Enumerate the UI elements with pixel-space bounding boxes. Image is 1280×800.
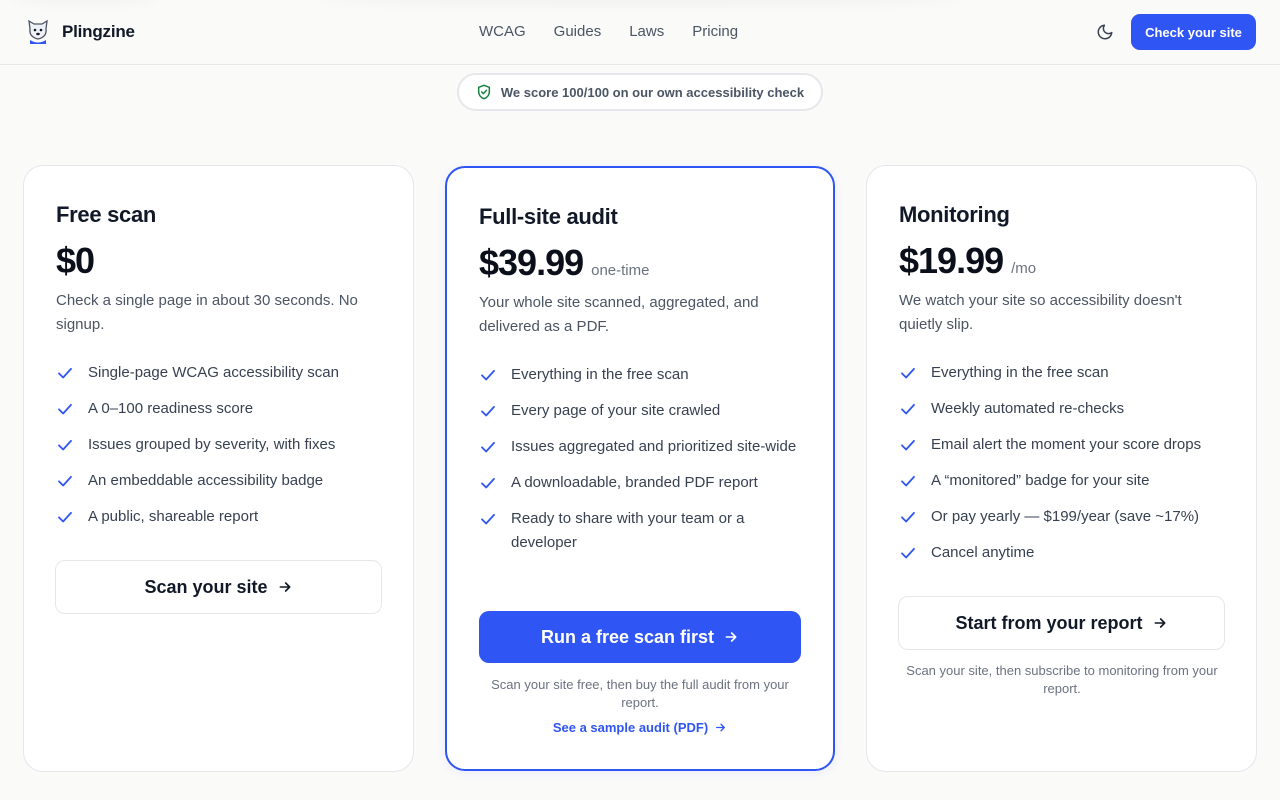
feature-text: Email alert the moment your score drops <box>931 436 1202 453</box>
feature-text: Every page of your site crawled <box>511 402 721 419</box>
check-icon <box>479 435 499 459</box>
brand-logo[interactable]: Plingzine <box>25 18 135 46</box>
button-label: Scan your site <box>144 576 268 597</box>
list-item: Or pay yearly — $199/year (save ~17%) <box>899 505 1239 529</box>
plan-price: $39.99 <box>479 242 584 283</box>
nav-wcag[interactable]: WCAG <box>479 22 526 42</box>
plan-description: Your whole site scanned, aggregated, and… <box>479 294 759 335</box>
plan-feature-list: Single-page WCAG accessibility scan A 0–… <box>56 361 386 541</box>
nav-laws[interactable]: Laws <box>629 22 664 42</box>
button-label: Start from your report <box>955 612 1143 633</box>
button-label: Run a free scan first <box>540 626 715 647</box>
plan-price-row: $19.99 /mo <box>899 240 1036 282</box>
header-shadow <box>10 0 160 2</box>
plan-feature-list: Everything in the free scan Weekly autom… <box>899 361 1239 577</box>
plan-price-row: $39.99 one-time <box>479 242 649 284</box>
moon-icon <box>1097 24 1113 40</box>
plan-feature-list: Everything in the free scan Every page o… <box>479 363 799 567</box>
arrow-right-icon <box>714 721 727 734</box>
plan-price-row: $0 <box>56 240 95 282</box>
link-label: See a sample audit (PDF) <box>552 720 709 735</box>
check-icon <box>479 507 499 531</box>
list-item: A 0–100 readiness score <box>56 397 386 421</box>
plan-description: Check a single page in about 30 seconds.… <box>56 292 358 333</box>
plan-card-monitoring: Monitoring $19.99 /mo We watch your site… <box>866 165 1257 772</box>
sample-audit-link[interactable]: See a sample audit (PDF) <box>479 720 801 735</box>
check-icon <box>56 361 76 385</box>
score-badge-text: We score 100/100 on our own accessibilit… <box>500 84 805 100</box>
check-icon <box>899 505 919 529</box>
check-icon <box>56 433 76 457</box>
list-item: Cancel anytime <box>899 541 1239 565</box>
plan-price-suffix: one-time <box>591 262 650 279</box>
plan-title: Free scan <box>56 202 157 227</box>
score-badge: We score 100/100 on our own accessibilit… <box>457 73 823 111</box>
list-item: Email alert the moment your score drops <box>899 433 1239 457</box>
main-nav: WCAG Guides Laws Pricing <box>465 22 752 42</box>
feature-text: Everything in the free scan <box>511 366 689 383</box>
list-item: A “monitored” badge for your site <box>899 469 1239 493</box>
list-item: Everything in the free scan <box>899 361 1239 385</box>
feature-text: An embeddable accessibility badge <box>88 472 324 489</box>
list-item: A downloadable, branded PDF report <box>479 471 799 495</box>
plan-note: Scan your site free, then buy the full a… <box>491 677 789 710</box>
feature-text: Issues grouped by severity, with fixes <box>88 436 336 453</box>
check-icon <box>56 505 76 529</box>
list-item: Issues grouped by severity, with fixes <box>56 433 386 457</box>
list-item: Everything in the free scan <box>479 363 799 387</box>
plan-title: Full-site audit <box>479 204 618 229</box>
nav-guides[interactable]: Guides <box>554 22 602 42</box>
check-icon <box>899 469 919 493</box>
feature-text: A downloadable, branded PDF report <box>511 474 758 491</box>
check-icon <box>479 363 499 387</box>
run-free-scan-button[interactable]: Run a free scan first <box>479 611 801 663</box>
plan-price-suffix: /mo <box>1011 260 1037 277</box>
arrow-right-icon <box>1152 615 1168 631</box>
check-icon <box>56 397 76 421</box>
feature-text: Everything in the free scan <box>931 364 1109 381</box>
plan-card-audit: Full-site audit $39.99 one-time Your who… <box>445 166 835 771</box>
check-your-site-button[interactable]: Check your site <box>1131 14 1256 50</box>
arrow-right-icon <box>723 629 739 645</box>
feature-text: Weekly automated re-checks <box>931 400 1125 417</box>
check-icon <box>899 361 919 385</box>
list-item: Ready to share with your team or a devel… <box>479 507 799 555</box>
site-header: Plingzine WCAG Guides Laws Pricing Check… <box>0 0 1280 65</box>
check-icon <box>899 541 919 565</box>
plan-card-free: Free scan $0 Check a single page in abou… <box>23 165 414 772</box>
check-icon <box>479 471 499 495</box>
plan-title: Monitoring <box>899 202 1010 227</box>
list-item: Single-page WCAG accessibility scan <box>56 361 386 385</box>
list-item: Weekly automated re-checks <box>899 397 1239 421</box>
check-icon <box>56 469 76 493</box>
list-item: Every page of your site crawled <box>479 399 799 423</box>
plan-price: $19.99 <box>899 240 1004 281</box>
list-item: A public, shareable report <box>56 505 386 529</box>
check-icon <box>479 399 499 423</box>
feature-text: A “monitored” badge for your site <box>931 472 1150 489</box>
plan-note: Scan your site, then subscribe to monito… <box>906 663 1218 696</box>
feature-text: Ready to share with your team or a devel… <box>511 510 745 551</box>
nav-pricing[interactable]: Pricing <box>692 22 738 42</box>
start-from-report-button[interactable]: Start from your report <box>898 596 1225 650</box>
feature-text: Or pay yearly — $199/year (save ~17%) <box>931 508 1200 525</box>
arrow-right-icon <box>277 579 293 595</box>
dog-logo-icon <box>28 19 48 44</box>
scan-your-site-button[interactable]: Scan your site <box>55 560 382 614</box>
plan-price: $0 <box>56 240 95 281</box>
header-shadow <box>320 0 960 4</box>
feature-text: Cancel anytime <box>931 544 1035 561</box>
shield-check-icon <box>477 84 490 100</box>
plan-description: We watch your site so accessibility does… <box>899 292 1182 333</box>
feature-text: A public, shareable report <box>88 508 259 525</box>
brand-name: Plingzine <box>62 22 135 41</box>
check-icon <box>899 433 919 457</box>
check-icon <box>899 397 919 421</box>
feature-text: A 0–100 readiness score <box>88 400 254 417</box>
dark-mode-toggle[interactable] <box>1094 21 1116 43</box>
list-item: Issues aggregated and prioritized site-w… <box>479 435 799 459</box>
list-item: An embeddable accessibility badge <box>56 469 386 493</box>
feature-text: Single-page WCAG accessibility scan <box>88 364 339 381</box>
feature-text: Issues aggregated and prioritized site-w… <box>511 438 797 455</box>
